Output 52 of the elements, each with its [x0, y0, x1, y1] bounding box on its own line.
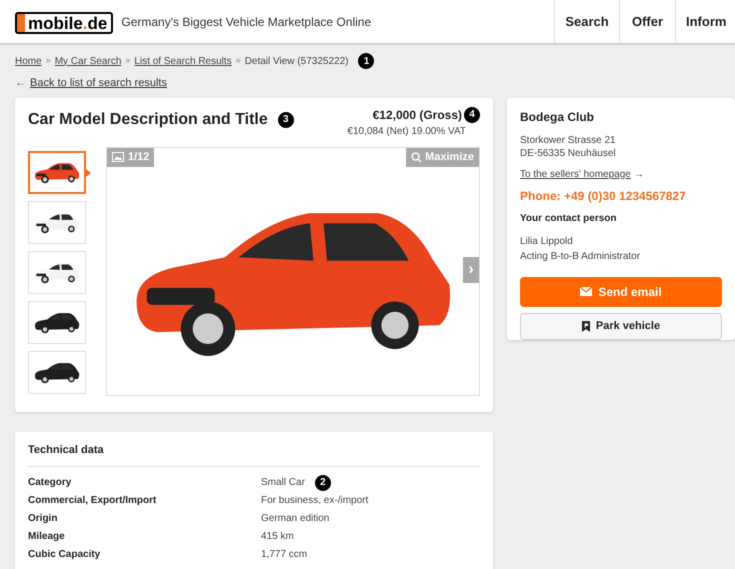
tagline: Germany's Biggest Vehicle Marketplace Online: [121, 14, 372, 30]
spec-value: Small Car: [261, 476, 305, 490]
envelope-icon: [580, 287, 592, 296]
nav-tab[interactable]: Inform: [675, 0, 735, 43]
annotation-marker: 3: [278, 112, 294, 128]
car-thumbnail-drawing: [34, 163, 80, 184]
nav-tab[interactable]: Offer: [619, 0, 675, 43]
contact-name: Lilia Lippold: [520, 234, 574, 248]
breadcrumb-separator: »: [236, 54, 241, 68]
logo[interactable]: mobile.de: [15, 12, 114, 34]
image-counter: 1/12: [107, 148, 154, 166]
spec-label: Commercial, Export/Import: [28, 494, 158, 508]
car-thumbnail-drawing: [34, 213, 80, 234]
breadcrumb-link[interactable]: Home: [15, 54, 42, 68]
seller-name: Bodega Club: [520, 108, 595, 126]
section-heading: Technical data: [28, 442, 105, 458]
listing-title: Car Model Description and Title: [28, 110, 268, 130]
contact-heading: Your contact person: [520, 212, 618, 226]
back-arrow-icon: ←: [15, 75, 26, 92]
car-thumbnail-drawing: [34, 263, 80, 284]
breadcrumb-current: Detail View (57325222): [244, 54, 348, 68]
breadcrumb-link[interactable]: My Car Search: [54, 54, 122, 68]
spec-label: Category: [28, 476, 72, 490]
contact-role: Acting B-to-B Administrator: [520, 250, 642, 264]
net-price: €10,084 (Net) 19.00% VAT: [347, 124, 466, 138]
annotation-marker: 1: [358, 53, 374, 69]
spec-label: Mileage: [28, 530, 66, 544]
arrow-icon: →: [634, 166, 644, 182]
car-thumbnail-drawing: [34, 313, 80, 334]
spec-value: 1,777 ccm: [261, 548, 308, 562]
homepage-link[interactable]: To the sellers' homepage: [520, 166, 631, 182]
nav-tab[interactable]: Search: [554, 0, 619, 43]
bookmark-icon: [582, 320, 590, 332]
breadcrumb-separator: »: [125, 54, 130, 68]
spec-label: Origin: [28, 512, 58, 526]
breadcrumb-separator: »: [46, 54, 51, 68]
annotation-marker: 4: [464, 106, 480, 122]
spec-label: Cubic Capacity: [28, 548, 102, 562]
phone-number: Phone: +49 (0)30 1234567827: [520, 188, 687, 204]
car-thumbnail-drawing: [34, 363, 80, 384]
spec-value: German edition: [261, 512, 330, 526]
seller-address: Storkower Strasse 21 DE-56335 Neuhäusel: [520, 134, 617, 160]
breadcrumb-link[interactable]: List of Search Results: [134, 54, 232, 68]
spec-value: 415 km: [261, 530, 294, 544]
selection-pointer-icon: [86, 168, 91, 176]
park-vehicle-button[interactable]: Park vehicle: [520, 312, 722, 340]
annotation-marker: 2: [314, 474, 331, 490]
back-link[interactable]: Back to list of search results: [30, 75, 167, 92]
search-icon: [411, 152, 422, 162]
gross-price: €12,000 (Gross): [372, 106, 462, 124]
spec-value: For business, ex-/import: [261, 494, 368, 508]
image-icon: [112, 152, 124, 162]
